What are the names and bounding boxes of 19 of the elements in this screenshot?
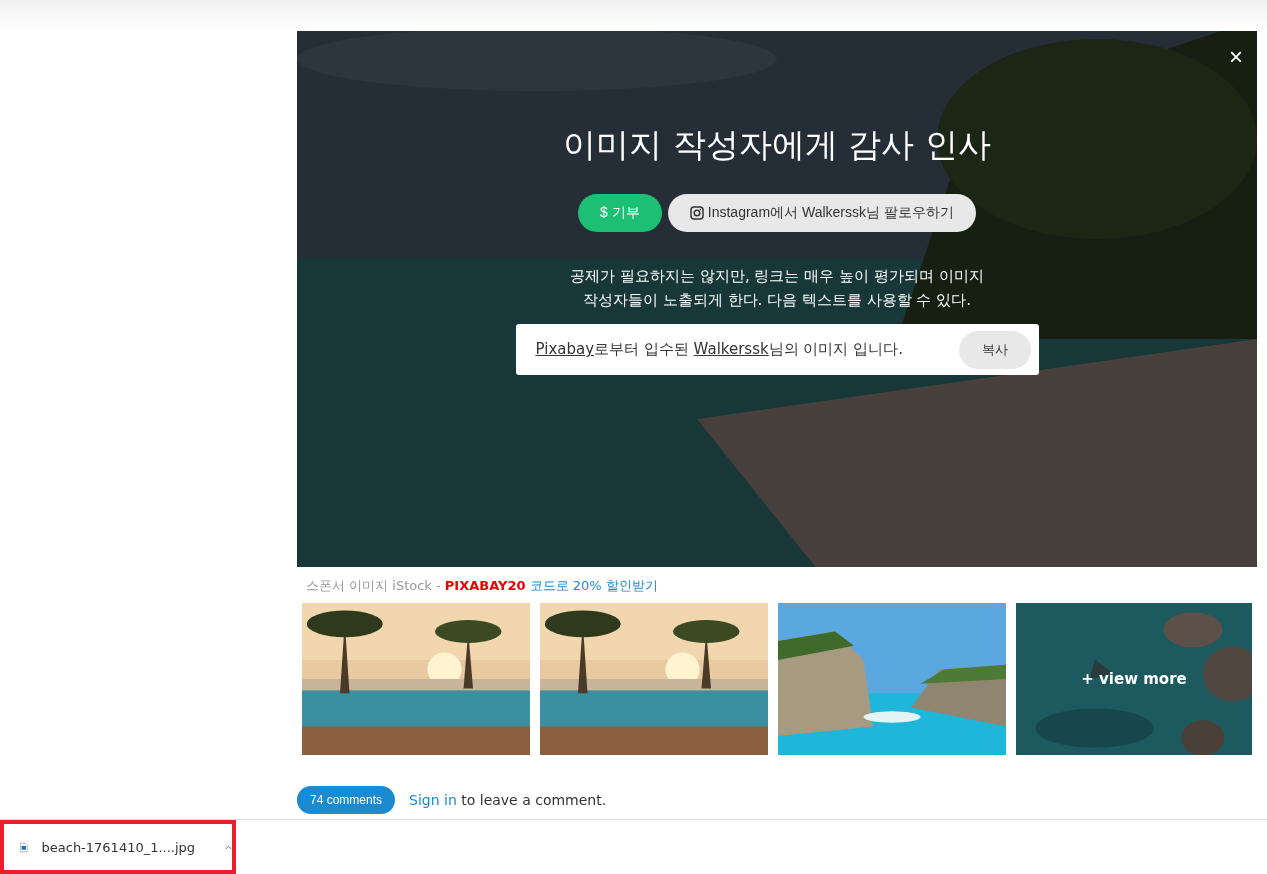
discount-link[interactable]: 코드로 20% 할인받기 (529, 578, 658, 593)
attribution-text: Pixabay로부터 입수된 Walkerssk님의 이미지 입니다. (535, 340, 903, 359)
attribution-link[interactable]: Walkerssk (693, 340, 769, 358)
dialog-title: 이미지 작성자에게 감사 인사 (563, 124, 991, 166)
attribution-note: 공제가 필요하지는 않지만, 링크는 매우 높이 평가되며 이미지 작성자들이 노출되게 한다. 다음 텍스트를 사용할 수 있다. (569, 266, 985, 311)
caret-icon[interactable] (225, 843, 232, 851)
sign-in-link[interactable]: Sign in (409, 792, 457, 808)
instagram-follow-button[interactable]: Instagram에서 Walkerssk님 팔로우하기 (667, 194, 976, 232)
sponsor-text: 스폰서 이미지 iStock - PIXABAY20 코드로 20% 할인받기 (306, 577, 659, 595)
view-more-link[interactable]: + view more (1081, 670, 1187, 688)
download-item[interactable]: beach-1761410_1....jpg (0, 820, 236, 874)
file-name: beach-1761410_1....jpg (41, 839, 196, 855)
close-button[interactable]: × (1229, 45, 1243, 69)
instagram-icon (689, 206, 704, 220)
comments-count-button[interactable]: 74 comments (297, 786, 396, 814)
sign-in-prompt: Sign in to leave a comment. (409, 792, 607, 808)
copy-button[interactable]: 복사 (958, 330, 1031, 369)
image-file-icon (20, 839, 28, 855)
attribution-link[interactable]: Pixabay (535, 340, 595, 358)
